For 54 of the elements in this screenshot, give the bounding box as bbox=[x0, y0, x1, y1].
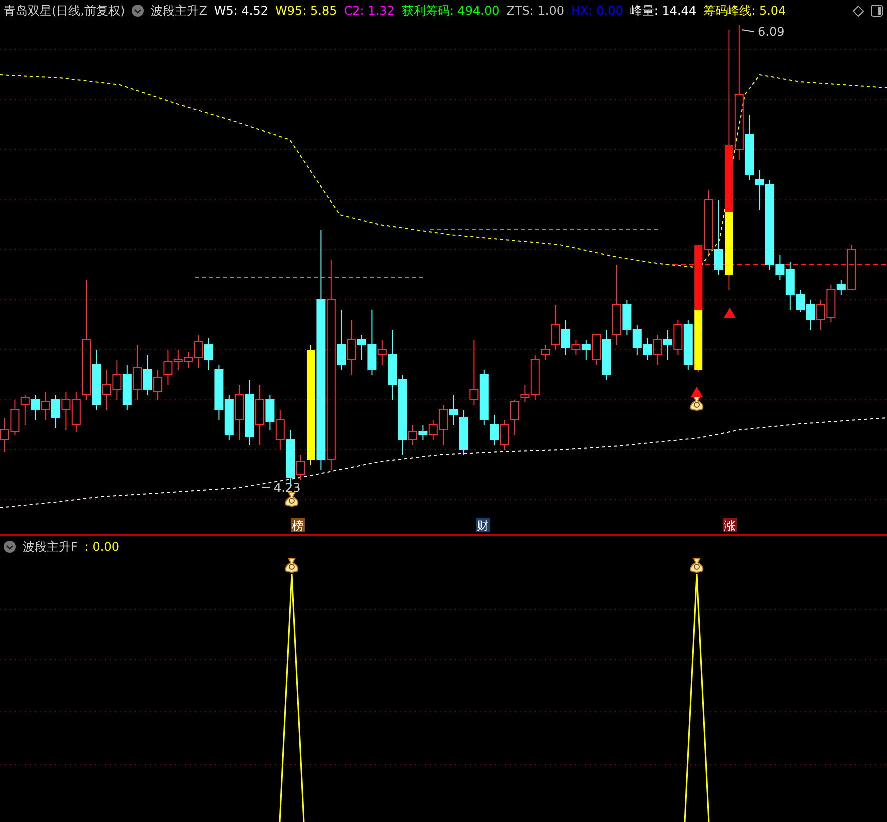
candlestick bbox=[122, 364, 132, 410]
event-tag: 涨 bbox=[723, 518, 737, 533]
candlestick bbox=[235, 384, 244, 440]
candlestick bbox=[643, 338, 652, 360]
event-tag: 榜 bbox=[291, 518, 305, 533]
indicator-value: ZTS: 1.00 bbox=[506, 4, 564, 18]
candlestick bbox=[10, 400, 20, 436]
diamond-icon[interactable] bbox=[853, 6, 864, 16]
candlestick bbox=[143, 354, 152, 396]
chevron-down-icon[interactable] bbox=[132, 5, 144, 17]
candlestick bbox=[0, 418, 10, 452]
indicator-value: : 0.00 bbox=[84, 540, 120, 554]
candlestick bbox=[245, 380, 254, 446]
candlestick bbox=[470, 340, 479, 406]
candlestick bbox=[52, 394, 60, 428]
candlestick bbox=[418, 424, 428, 440]
indicator-value: W95: 5.85 bbox=[276, 4, 338, 18]
candlestick bbox=[41, 392, 50, 420]
price-label: 4.23 bbox=[274, 481, 301, 495]
candlestick bbox=[62, 392, 71, 430]
candlestick bbox=[224, 394, 234, 440]
candlestick bbox=[674, 320, 683, 356]
candlestick bbox=[806, 300, 816, 330]
event-tag: 财 bbox=[476, 518, 490, 533]
indicator-value: C2: 1.32 bbox=[344, 4, 395, 18]
candlestick bbox=[133, 344, 142, 400]
candlestick bbox=[20, 394, 30, 426]
leader-line bbox=[742, 30, 754, 32]
money-bag-icon bbox=[285, 558, 299, 573]
price-label: 6.09 bbox=[758, 25, 785, 39]
candlestick bbox=[816, 300, 826, 330]
chevron-down-icon[interactable] bbox=[4, 541, 16, 553]
money-bag-icon bbox=[690, 396, 704, 411]
indicator-name: 波段主升F bbox=[23, 538, 78, 556]
indicator-value: 筹码峰线: 5.04 bbox=[704, 2, 786, 20]
indicator-value: 峰量: 14.44 bbox=[630, 2, 697, 20]
indicator-value: 获利筹码: 494.00 bbox=[402, 2, 500, 20]
indicator-value: HX: 0.00 bbox=[572, 4, 624, 18]
candlestick bbox=[154, 370, 162, 400]
money-bag-icon bbox=[285, 492, 299, 507]
candlestick bbox=[684, 320, 693, 370]
triangle-icon bbox=[724, 308, 736, 318]
money-bag-icon bbox=[690, 558, 704, 573]
indicator-name: 波段主升Z bbox=[151, 2, 208, 20]
candlestick bbox=[500, 420, 510, 450]
candlestick bbox=[653, 334, 662, 366]
candlestick bbox=[632, 324, 642, 356]
candlestick bbox=[112, 360, 122, 400]
triangle-icon bbox=[691, 387, 703, 397]
indicator-value: W5: 4.52 bbox=[214, 4, 269, 18]
candlestick bbox=[664, 330, 672, 360]
candlestick bbox=[31, 394, 40, 420]
stock-title: 青岛双星(日线,前复权) bbox=[4, 2, 126, 20]
panel-toggle-icon[interactable] bbox=[871, 5, 883, 17]
